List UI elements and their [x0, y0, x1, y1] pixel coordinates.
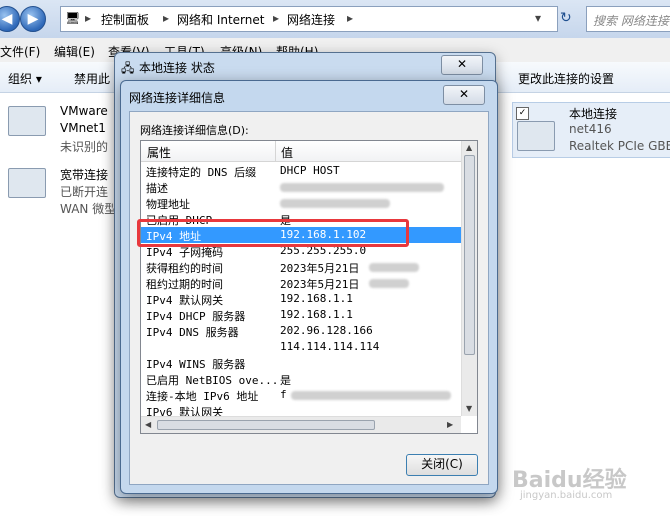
dropdown-arrow-icon[interactable]: ▾	[535, 11, 541, 25]
watermark-url: jingyan.baidu.com	[520, 490, 613, 501]
menu-file[interactable]: 文件(F)	[0, 43, 40, 60]
connection-device: WAN 微型	[60, 202, 117, 216]
connection-local[interactable]: ✓ 本地连接 net416 Realtek PCIe GBE	[512, 102, 670, 158]
details-dialog: 网络连接详细信息 ✕ 网络连接详细信息(D): 属性 值 连接特定的 DNS 后…	[120, 80, 498, 494]
network-icon: 🖧	[121, 61, 135, 75]
status-close-button[interactable]: ✕	[441, 55, 483, 75]
search-placeholder: 搜索 网络连接	[593, 14, 669, 28]
scroll-right-icon[interactable]: ▶	[447, 420, 453, 429]
connection-device: VMnet1	[60, 121, 106, 135]
list-row[interactable]: 已启用 NetBIOS ove... 是	[141, 371, 461, 387]
column-header-property[interactable]: 属性	[147, 144, 171, 161]
list-row[interactable]: 114.114.114.114	[141, 339, 461, 355]
connection-status: 已断开连	[60, 185, 109, 199]
address-field[interactable]: 🖥 ▸ 控制面板 ▸ 网络和 Internet ▸ 网络连接 ▸ ▾	[60, 6, 558, 32]
list-row[interactable]: IPv4 WINS 服务器	[141, 355, 461, 371]
disable-device-button[interactable]: 禁用此	[74, 70, 110, 87]
list-row[interactable]: 租约过期的时间 2023年5月21日	[141, 275, 461, 291]
network-adapter-icon	[517, 121, 555, 151]
close-button[interactable]: 关闭(C)	[406, 454, 478, 476]
chevron-right-icon: ▸	[163, 11, 170, 25]
modem-icon	[8, 168, 46, 198]
breadcrumb-network-internet[interactable]: 网络和 Internet	[177, 11, 264, 28]
breadcrumb-control-panel[interactable]: 控制面板	[101, 11, 149, 28]
status-dialog-title: 本地连接 状态	[139, 61, 215, 75]
list-row[interactable]: IPv4 DNS 服务器 202.96.128.166	[141, 323, 461, 339]
column-header-value[interactable]: 值	[281, 144, 293, 161]
list-row[interactable]: IPv4 默认网关 192.168.1.1	[141, 291, 461, 307]
redacted-value	[369, 279, 409, 288]
scroll-thumb[interactable]	[157, 420, 375, 430]
connection-name: 本地连接	[569, 107, 618, 121]
redacted-value	[369, 263, 419, 272]
address-bar-area: ◀ ▶ 🖥 ▸ 控制面板 ▸ 网络和 Internet ▸ 网络连接 ▸ ▾ ↻…	[0, 0, 670, 39]
list-row[interactable]: 连接特定的 DNS 后缀 DHCP HOST	[141, 163, 461, 179]
details-client-area: 网络连接详细信息(D): 属性 值 连接特定的 DNS 后缀 DHCP HOST …	[129, 111, 489, 485]
connection-status: 未识别的	[60, 140, 109, 154]
change-settings-button[interactable]: 更改此连接的设置	[518, 70, 614, 87]
chevron-right-icon: ▸	[85, 11, 92, 25]
redacted-value	[280, 199, 390, 208]
organize-button[interactable]: 组织 ▾	[8, 70, 42, 87]
details-list[interactable]: 属性 值 连接特定的 DNS 后缀 DHCP HOST 描述 物理地址 已启用 D…	[140, 140, 478, 434]
selection-checkbox[interactable]: ✓	[516, 107, 529, 120]
vertical-scrollbar[interactable]: ▲ ▼	[461, 141, 477, 416]
menu-edit[interactable]: 编辑(E)	[54, 43, 95, 60]
details-dialog-title: 网络连接详细信息	[129, 91, 226, 105]
chevron-right-icon: ▸	[347, 11, 354, 25]
details-close-x-button[interactable]: ✕	[443, 85, 485, 105]
highlight-box	[137, 219, 409, 247]
back-button[interactable]: ◀	[0, 6, 20, 32]
list-row[interactable]: 获得租约的时间 2023年5月21日	[141, 259, 461, 275]
scroll-down-icon[interactable]: ▼	[466, 404, 472, 413]
list-header: 属性 值	[141, 141, 461, 162]
scroll-left-icon[interactable]: ◀	[145, 420, 151, 429]
horizontal-scrollbar[interactable]: ◀ ▶	[141, 416, 461, 433]
network-adapter-icon	[8, 106, 46, 136]
scroll-up-icon[interactable]: ▲	[466, 143, 472, 152]
chevron-right-icon: ▸	[273, 11, 280, 25]
scroll-thumb[interactable]	[464, 155, 475, 355]
search-input[interactable]: 搜索 网络连接	[586, 6, 670, 32]
list-row[interactable]: IPv4 DHCP 服务器 192.168.1.1	[141, 307, 461, 323]
connection-status: net416	[569, 122, 612, 136]
details-list-label: 网络连接详细信息(D):	[140, 124, 249, 137]
forward-button[interactable]: ▶	[20, 6, 46, 32]
breadcrumb-network-connections[interactable]: 网络连接	[287, 11, 335, 28]
control-panel-icon: 🖥	[65, 11, 81, 25]
list-row[interactable]: 物理地址	[141, 195, 461, 211]
connection-name: VMware	[60, 104, 108, 118]
connection-name: 宽带连接	[60, 168, 109, 182]
connection-device: Realtek PCIe GBE	[569, 139, 670, 153]
list-row[interactable]: 连接-本地 IPv6 地址 f	[141, 387, 461, 403]
redacted-value	[280, 183, 444, 192]
list-row[interactable]: 描述	[141, 179, 461, 195]
refresh-icon[interactable]: ↻	[560, 10, 572, 26]
redacted-value	[291, 391, 451, 400]
